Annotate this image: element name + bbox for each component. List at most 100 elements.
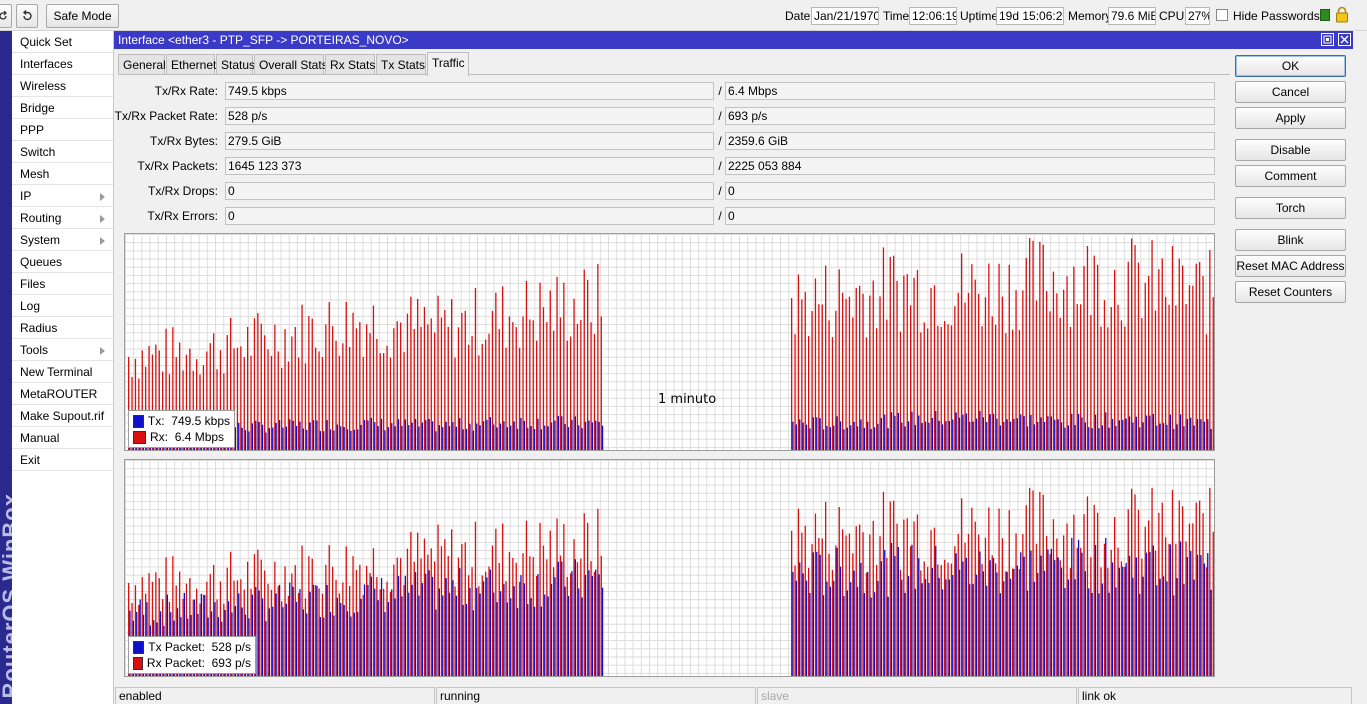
undo-button[interactable]: [0, 4, 12, 28]
sidebar-item-tools[interactable]: Tools: [12, 339, 113, 361]
redo-button[interactable]: [16, 4, 38, 28]
sidebar-item-interfaces[interactable]: Interfaces: [12, 53, 113, 75]
cpu-value: 27%: [1185, 7, 1210, 25]
rate-rx-bar: [393, 328, 395, 450]
tab-general[interactable]: General: [118, 54, 166, 75]
packet-rx-bar: [284, 566, 286, 676]
safe-mode-button[interactable]: Safe Mode: [46, 4, 119, 28]
reset-mac-button[interactable]: Reset MAC Address: [1235, 255, 1346, 277]
sidebar-item-bridge[interactable]: Bridge: [12, 97, 113, 119]
packet-tx-bar: [462, 604, 464, 676]
sidebar-item-new-terminal[interactable]: New Terminal: [12, 361, 113, 383]
rate-rx-bar: [1086, 246, 1089, 450]
rate-tx-bar: [867, 421, 869, 450]
packet-rx-bar: [546, 559, 548, 676]
packet-tx-bar: [595, 569, 597, 676]
packet-tx-bar: [941, 589, 944, 676]
rate-tx-bar: [1108, 427, 1110, 450]
sidebar-item-exit[interactable]: Exit: [12, 449, 113, 471]
packet-tx-bar: [333, 615, 335, 676]
packet-rx-bar: [291, 573, 293, 676]
sidebar-item-wireless[interactable]: Wireless: [12, 75, 113, 97]
rate-tx-bar: [425, 419, 427, 450]
sidebar-item-manual[interactable]: Manual: [12, 427, 113, 449]
packet-rx-bar: [1063, 535, 1065, 676]
sidebar-item-mesh[interactable]: Mesh: [12, 163, 113, 185]
sidebar-item-routing[interactable]: Routing: [12, 207, 113, 229]
close-button[interactable]: [1338, 33, 1351, 46]
ok-button[interactable]: OK: [1235, 55, 1346, 77]
packet-rx-bar: [927, 566, 929, 676]
rate-tx-bar: [816, 417, 818, 450]
packet-tx-bar: [867, 571, 869, 676]
reset-counters-button[interactable]: Reset Counters: [1235, 281, 1346, 303]
rate-tx-bar: [343, 427, 345, 450]
rate-tx-bar: [1057, 419, 1059, 450]
rate-rx-bar: [842, 292, 844, 450]
window-titlebar[interactable]: Interface <ether3 - PTP_SFP -> PORTEIRAS…: [114, 31, 1353, 49]
rate-graph: 1 minuto Tx: 749.5 kbps Rx: 6.4 Mbps: [124, 233, 1215, 451]
packet-tx-bar: [503, 584, 505, 676]
apply-button[interactable]: Apply: [1235, 107, 1346, 129]
tab-overall-stats[interactable]: Overall Stats: [254, 54, 328, 75]
rate-tx-bar: [1003, 421, 1005, 450]
sidebar-item-switch[interactable]: Switch: [12, 141, 113, 163]
packet-rx-bar: [576, 562, 579, 676]
packet-rx-bar: [1182, 506, 1184, 676]
sidebar-item-metarouter[interactable]: MetaROUTER: [12, 383, 113, 405]
tab-traffic[interactable]: Traffic: [427, 52, 469, 76]
packet-tx-bar: [516, 608, 519, 676]
sidebar-item-files[interactable]: Files: [12, 273, 113, 295]
sidebar-item-quick-set[interactable]: Quick Set: [12, 31, 113, 53]
packet-rx-bar: [417, 532, 419, 676]
sidebar-item-log[interactable]: Log: [12, 295, 113, 317]
packet-rx-bar: [903, 519, 905, 676]
tab-rx-stats[interactable]: Rx Stats: [325, 54, 375, 75]
comment-button[interactable]: Comment: [1235, 165, 1346, 187]
packet-rx-bar: [1052, 519, 1055, 676]
packet-tx-bar: [598, 574, 600, 676]
packet-rx-bar: [1008, 510, 1010, 676]
sidebar-item-system[interactable]: System: [12, 229, 113, 251]
sidebar-item-ppp[interactable]: PPP: [12, 119, 113, 141]
sidebar-item-make-supout-rif[interactable]: Make Supout.rif: [12, 405, 113, 427]
sidebar-item-label: Mesh: [20, 167, 50, 181]
torch-button[interactable]: Torch: [1235, 197, 1346, 219]
rate-rx-bar: [1069, 326, 1072, 450]
cancel-button[interactable]: Cancel: [1235, 81, 1346, 103]
packet-tx-bar: [935, 545, 937, 676]
rate-tx-bar: [941, 424, 944, 450]
packet-tx-bar: [261, 598, 264, 676]
sidebar-item-radius[interactable]: Radius: [12, 317, 113, 339]
rate-rx-bar: [250, 355, 252, 450]
packet-rx-bar: [549, 530, 551, 676]
status-bar: enabled running slave link ok: [114, 685, 1353, 704]
packet-rx-bar: [474, 521, 477, 676]
rate-rx-bar: [804, 292, 806, 450]
tab-tx-stats[interactable]: Tx Stats: [376, 54, 426, 75]
disable-button[interactable]: Disable: [1235, 139, 1346, 161]
packet-tx-bar: [282, 607, 284, 676]
tab-status[interactable]: Status: [216, 54, 255, 75]
packet-tx-bar: [945, 579, 947, 676]
packet-rx-bar: [444, 539, 446, 676]
rate-rx-bar: [529, 319, 531, 450]
sidebar-item-queues[interactable]: Queues: [12, 251, 113, 273]
packet-rx-bar: [920, 570, 922, 676]
memory-value: 79.6 MiB: [1108, 7, 1156, 25]
blink-button[interactable]: Blink: [1235, 229, 1346, 251]
rate-tx-bar: [999, 425, 1001, 450]
tab-ethernet[interactable]: Ethernet: [166, 54, 216, 75]
stat-separator: /: [718, 109, 722, 123]
sidebar-item-ip[interactable]: IP: [12, 185, 113, 207]
hide-passwords-checkbox[interactable]: [1216, 9, 1228, 21]
packet-rx-bar: [1158, 512, 1160, 676]
rate-rx-bar: [515, 327, 517, 450]
rate-rx-bar: [852, 317, 854, 450]
restore-button[interactable]: [1321, 33, 1334, 46]
rate-rx-bar: [869, 295, 871, 450]
packet-tx-bar: [1183, 584, 1185, 676]
rate-tx-bar: [873, 427, 876, 450]
rate-tx-bar: [1016, 418, 1018, 450]
packet-rx-bar: [804, 525, 806, 676]
